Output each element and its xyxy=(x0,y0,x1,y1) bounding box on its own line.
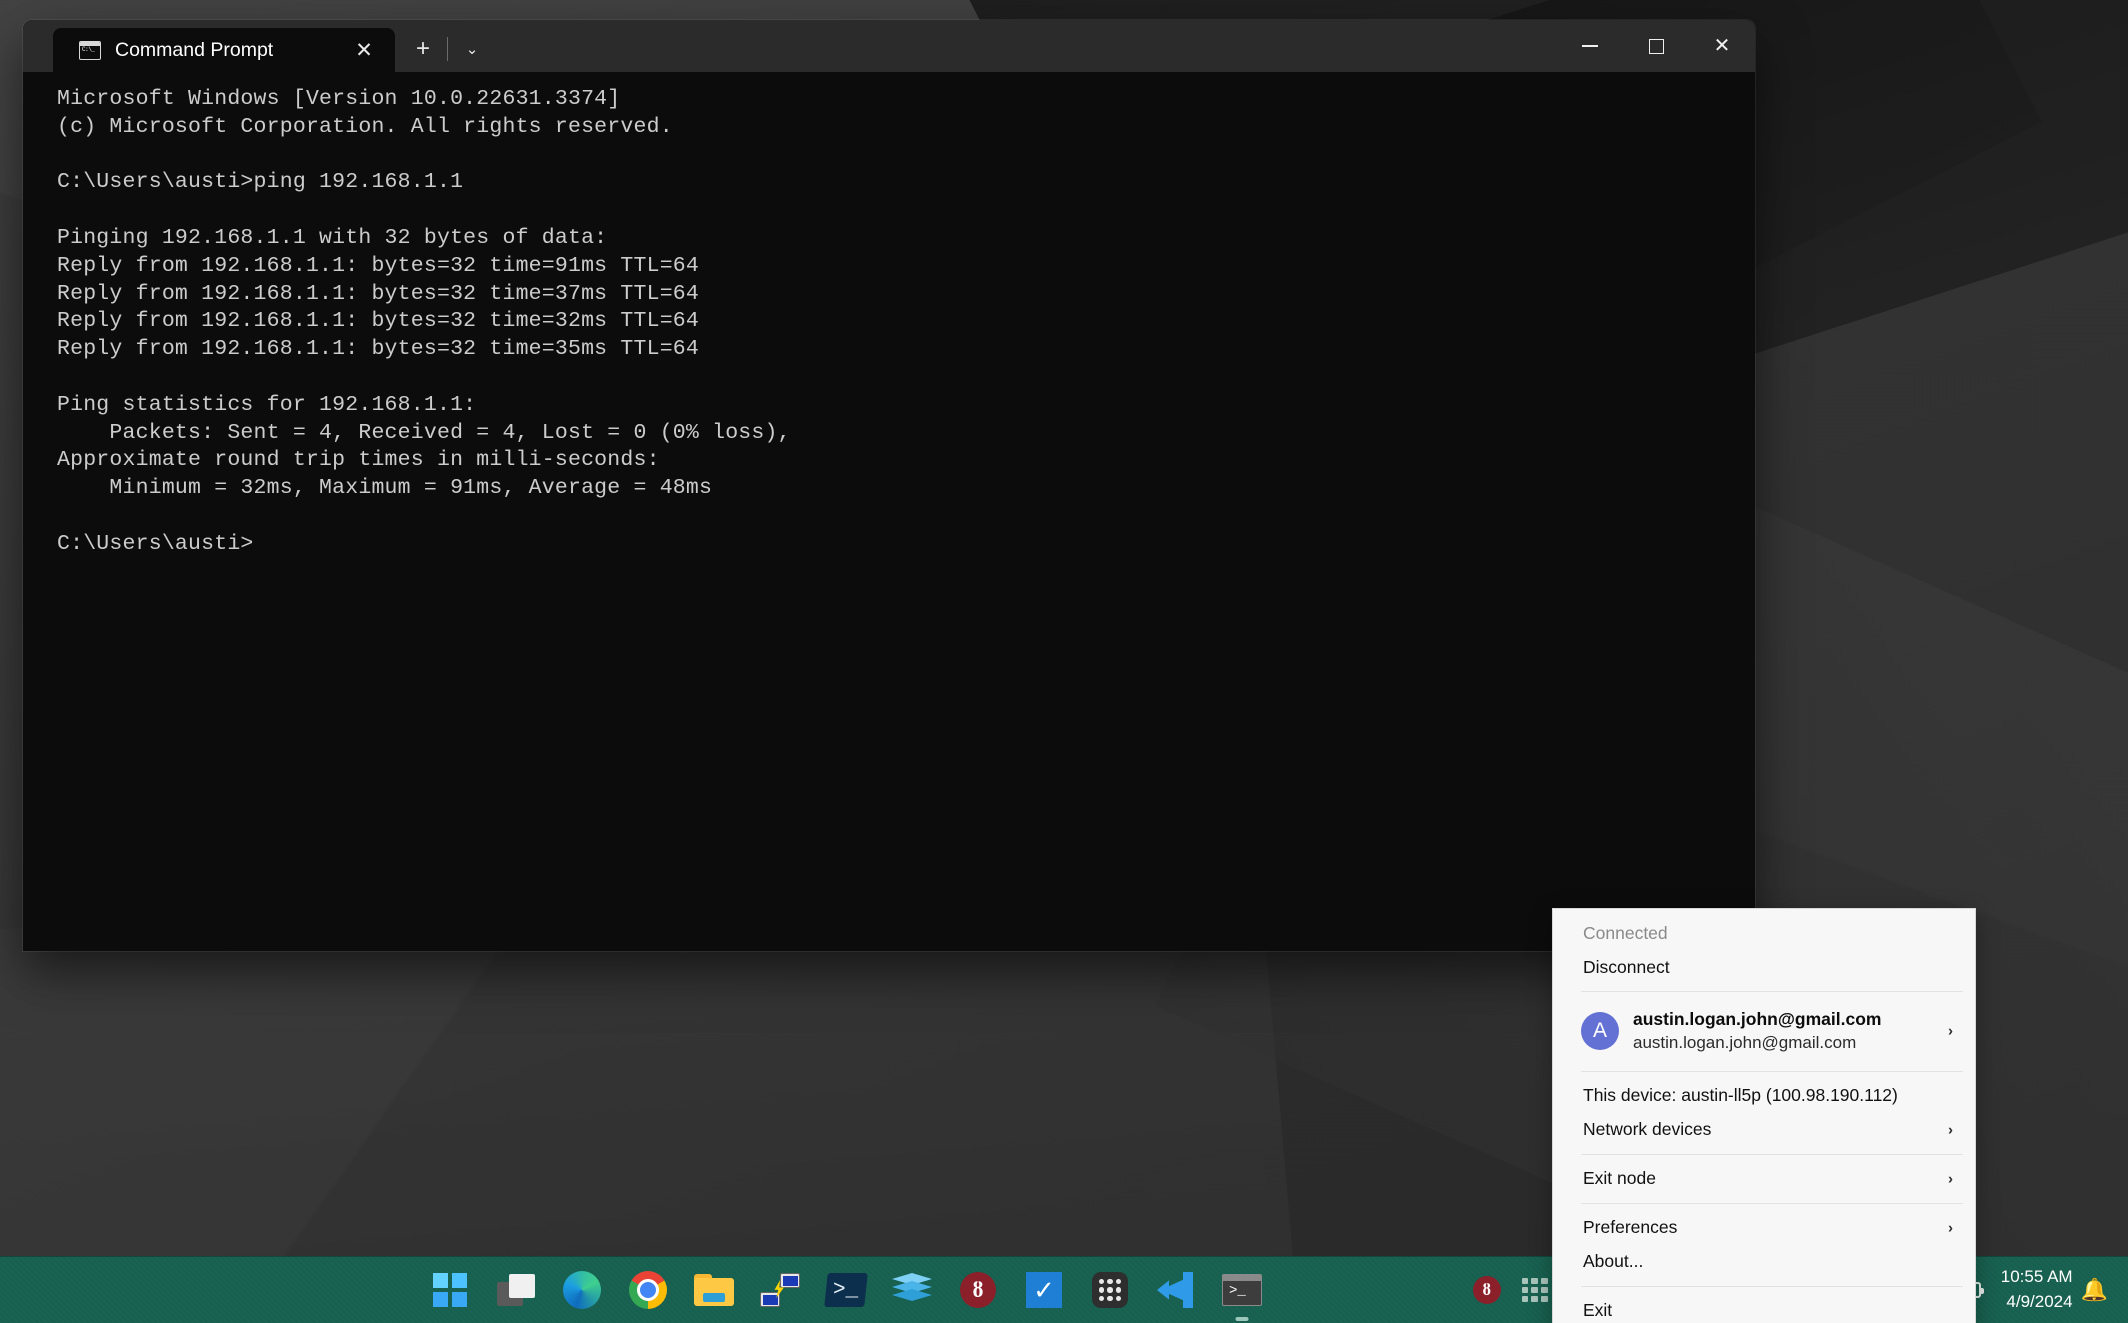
running-indicator xyxy=(1235,1317,1249,1321)
stack-layers-icon[interactable] xyxy=(890,1268,934,1312)
maximize-button[interactable] xyxy=(1623,20,1689,72)
menu-divider xyxy=(1581,1285,1963,1287)
menu-divider xyxy=(1581,1153,1963,1155)
nine-dots-icon xyxy=(1092,1272,1128,1308)
menu-item-this-device[interactable]: This device: austin-ll5p (100.98.190.112… xyxy=(1553,1079,1975,1113)
file-explorer-icon[interactable] xyxy=(692,1268,736,1312)
obsidian-gem-icon: ȣ xyxy=(1472,1276,1501,1304)
window-controls: ✕ xyxy=(1557,20,1755,72)
vscode-icon[interactable] xyxy=(1154,1268,1198,1312)
tab-title: Command Prompt xyxy=(115,38,274,61)
terminal-tab-command-prompt[interactable]: Command Prompt ✕ xyxy=(53,28,395,72)
maximize-icon xyxy=(1648,38,1664,54)
layers-icon xyxy=(892,1273,932,1307)
menu-item-connection-status: Connected xyxy=(1583,922,1668,943)
tailscale-tray-context-menu: Connected Disconnect A austin.logan.john… xyxy=(1552,908,1976,1323)
google-chrome-icon[interactable] xyxy=(626,1268,670,1312)
minimize-icon xyxy=(1582,45,1598,47)
edge-swirl-icon xyxy=(563,1271,601,1309)
console-icon xyxy=(79,40,101,60)
two-monitors-lightning-icon xyxy=(760,1273,800,1307)
account-text-block: austin.logan.john@gmail.com austin.logan… xyxy=(1633,1008,1881,1055)
toolbar-divider xyxy=(447,37,448,61)
hidden-icons-icon[interactable] xyxy=(1518,1273,1552,1307)
command-prompt-icon[interactable]: >_ xyxy=(1220,1268,1264,1321)
window-title-bar[interactable]: Command Prompt ✕ + ⌄ ✕ xyxy=(23,20,1755,72)
minimize-button[interactable] xyxy=(1557,20,1623,72)
close-icon: ✕ xyxy=(1713,35,1731,57)
chevron-right-icon: › xyxy=(1948,1170,1953,1188)
menu-item-preferences[interactable]: Preferences › xyxy=(1553,1211,1975,1245)
menu-item-disconnect[interactable]: Disconnect xyxy=(1553,950,1975,984)
menu-item-about[interactable]: About... xyxy=(1553,1245,1975,1279)
vscode-logo-icon xyxy=(1157,1272,1195,1308)
account-email: austin.logan.john@gmail.com xyxy=(1633,1032,1857,1052)
taskbar-app-icons: >_ ȣ ✓ >_ xyxy=(428,1268,1264,1321)
powershell-prompt-icon: >_ xyxy=(824,1273,868,1307)
menu-top-spacer xyxy=(1553,909,1975,916)
menu-item-label: Preferences xyxy=(1583,1217,1678,1238)
menu-divider xyxy=(1581,991,1963,992)
clock-time: 10:55 AM xyxy=(2000,1267,2073,1287)
chevron-right-icon: › xyxy=(1948,1022,1953,1040)
start-button-icon[interactable] xyxy=(428,1268,472,1312)
obsidian-gem-icon: ȣ xyxy=(960,1272,996,1308)
menu-item-exit-node[interactable]: Exit node › xyxy=(1553,1162,1975,1196)
menu-item-network-devices[interactable]: Network devices › xyxy=(1553,1113,1975,1147)
menu-item-exit[interactable]: Exit xyxy=(1553,1294,1975,1323)
chevron-right-icon: › xyxy=(1948,1219,1953,1237)
windows-logo-icon xyxy=(433,1273,467,1307)
nine-dots-icon xyxy=(1521,1278,1548,1302)
todo-check-icon[interactable]: ✓ xyxy=(1022,1268,1066,1312)
taskbar-clock[interactable]: 10:55 AM 4/9/2024 xyxy=(2001,1265,2073,1314)
chevron-right-icon: › xyxy=(1948,1121,1953,1139)
powershell-icon[interactable]: >_ xyxy=(824,1268,868,1312)
microsoft-edge-icon[interactable] xyxy=(560,1268,604,1312)
menu-divider xyxy=(1581,1070,1963,1072)
folder-icon xyxy=(694,1274,734,1306)
menu-item-label: Exit node xyxy=(1583,1168,1656,1189)
menu-divider xyxy=(1581,1202,1963,1204)
notifications-bell-icon[interactable]: 🔔 xyxy=(2081,1277,2108,1303)
checkmark-icon: ✓ xyxy=(1026,1272,1062,1308)
obsidian-tray-icon[interactable]: ȣ xyxy=(1470,1273,1504,1307)
avatar: A xyxy=(1581,1012,1619,1051)
console-window-icon: >_ xyxy=(1222,1274,1262,1306)
chevron-down-icon[interactable]: ⌄ xyxy=(454,31,490,67)
menu-item-label: Network devices xyxy=(1583,1119,1712,1140)
close-window-button[interactable]: ✕ xyxy=(1689,20,1755,72)
command-prompt-window: Command Prompt ✕ + ⌄ ✕ Microsoft Windows… xyxy=(23,20,1755,951)
terminal-output[interactable]: Microsoft Windows [Version 10.0.22631.33… xyxy=(23,72,1755,559)
task-view-icon[interactable] xyxy=(494,1268,538,1312)
task-view-glyph-icon xyxy=(497,1274,535,1306)
account-name: austin.logan.john@gmail.com xyxy=(1633,1009,1882,1029)
close-tab-icon[interactable]: ✕ xyxy=(351,37,377,63)
chrome-circle-icon xyxy=(629,1271,667,1309)
clock-date: 4/9/2024 xyxy=(2006,1292,2073,1311)
obsidian-icon[interactable]: ȣ xyxy=(956,1268,1000,1312)
network-connection-icon[interactable] xyxy=(758,1268,802,1312)
app-grid-icon[interactable] xyxy=(1088,1268,1132,1312)
menu-item-account[interactable]: A austin.logan.john@gmail.com austin.log… xyxy=(1553,999,1975,1064)
new-tab-button[interactable]: + xyxy=(405,31,441,67)
